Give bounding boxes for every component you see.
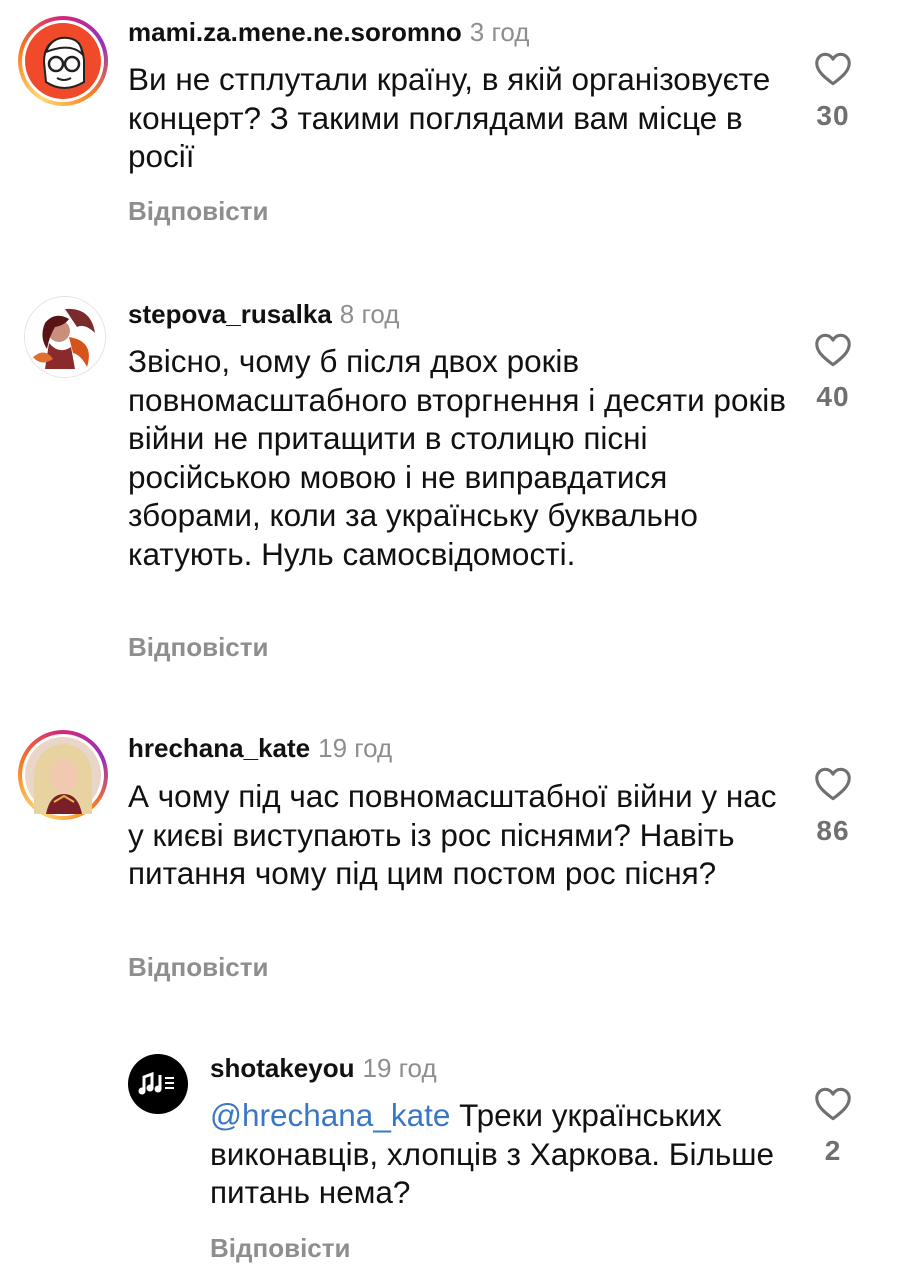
comment-meta: hrechana_kate 19 год <box>128 732 392 764</box>
comment-text: Звісно, чому б після двох років повномас… <box>128 343 786 572</box>
comment-meta: shotakeyou 19 год <box>210 1052 437 1084</box>
username[interactable]: stepova_rusalka <box>128 299 332 329</box>
comment-text: Ви не стплутали країну, в якій організов… <box>128 61 771 174</box>
music-logo-icon <box>138 1071 174 1095</box>
heart-icon <box>815 1087 851 1121</box>
like-count: 30 <box>816 100 850 131</box>
like-count: 86 <box>816 815 850 846</box>
like-button[interactable]: 2 <box>803 1087 863 1167</box>
like-button[interactable]: 30 <box>803 52 863 132</box>
username[interactable]: shotakeyou <box>210 1053 355 1083</box>
like-count: 2 <box>824 1135 842 1166</box>
username[interactable]: mami.za.mene.ne.soromno <box>128 17 462 47</box>
dragon-illustration-icon <box>25 297 105 377</box>
comment-meta: mami.za.mene.ne.soromno 3 год <box>128 16 529 48</box>
mention-link[interactable]: @hrechana_kate <box>210 1097 450 1133</box>
username[interactable]: hrechana_kate <box>128 733 310 763</box>
photo-avatar-icon <box>25 737 101 814</box>
comment-text: @hrechana_kate Треки українських виконав… <box>210 1096 790 1212</box>
avatar[interactable] <box>18 730 108 820</box>
comment-text: А чому під час повномасштабної війни у н… <box>128 778 777 891</box>
like-button[interactable]: 86 <box>803 767 863 847</box>
heart-icon <box>815 52 851 86</box>
reply-button[interactable]: Відповісти <box>128 632 268 663</box>
avatar[interactable] <box>24 296 106 378</box>
timestamp: 19 год <box>362 1053 437 1083</box>
reply-button[interactable]: Відповісти <box>128 952 268 983</box>
comment-meta: stepova_rusalka 8 год <box>128 298 399 330</box>
reply-button[interactable]: Відповісти <box>128 196 268 227</box>
like-count: 40 <box>816 381 850 412</box>
reply-button[interactable]: Відповісти <box>210 1233 350 1264</box>
heart-icon <box>815 767 851 801</box>
heart-icon <box>815 333 851 367</box>
avatar[interactable] <box>18 16 108 106</box>
cartoon-face-icon <box>25 23 101 99</box>
timestamp: 19 год <box>318 733 393 763</box>
avatar[interactable] <box>128 1054 188 1114</box>
like-button[interactable]: 40 <box>803 333 863 413</box>
timestamp: 3 год <box>469 17 530 47</box>
timestamp: 8 год <box>339 299 400 329</box>
